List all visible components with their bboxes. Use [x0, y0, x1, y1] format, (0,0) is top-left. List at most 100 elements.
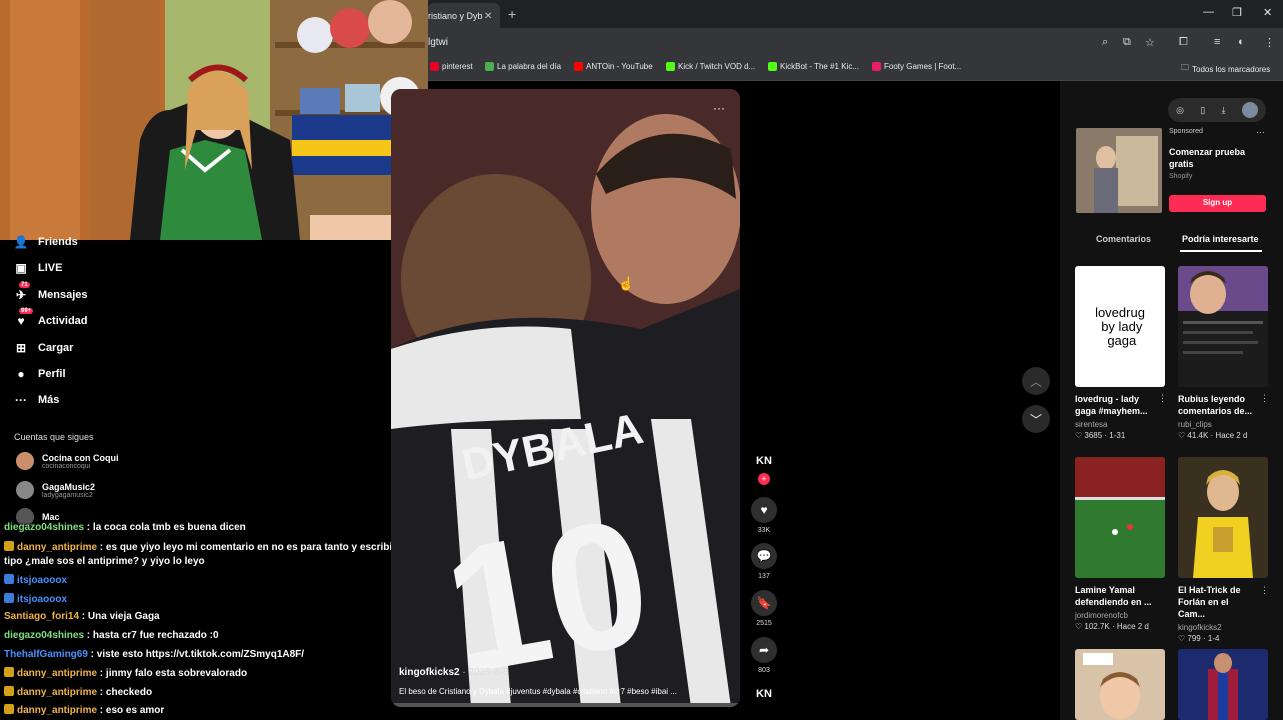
avatar — [16, 481, 34, 499]
video-more-icon[interactable]: ··· — [713, 101, 725, 115]
chat-message: danny_antiprime : jinmy falo esta sobrev… — [4, 667, 247, 679]
previous-video-button[interactable]: ︿ — [1022, 367, 1050, 395]
ad-title: Comenzar prueba gratis — [1169, 147, 1246, 169]
restore-button[interactable]: ❐ — [1232, 6, 1242, 19]
browser-tabbar: ristiano y Dyb ✕ + — ❐ ✕ — [428, 0, 1283, 28]
next-video-button[interactable]: ﹀ — [1022, 405, 1050, 433]
comment-icon[interactable]: 💬 — [751, 543, 777, 569]
sidebar-item-live[interactable]: ▣ LIVE — [13, 260, 62, 276]
comment-action[interactable]: 💬 137 — [751, 543, 777, 580]
creator-avatar[interactable]: KN + — [751, 455, 777, 485]
zoom-icon[interactable]: ⌕ — [1102, 36, 1108, 49]
share-icon[interactable]: ➦ — [751, 637, 777, 663]
profile-avatar-icon[interactable]: ◐ — [1238, 36, 1245, 48]
card-more-icon[interactable]: ⋮ — [1260, 585, 1269, 596]
sidebar-item-activity[interactable]: ♥ 99+ Actividad — [13, 308, 88, 329]
badge-icon — [4, 541, 14, 551]
card-image — [1075, 649, 1165, 720]
ad-sponsored-label: Sponsored — [1169, 128, 1203, 135]
chat-username: danny_antiprime — [17, 668, 98, 679]
browser-tab[interactable]: ristiano y Dyb ✕ — [428, 3, 500, 28]
bookmark-pinterest[interactable]: pinterest — [430, 62, 473, 71]
tab-comments[interactable]: Comentarios — [1096, 234, 1151, 244]
ad-signup-button[interactable]: Sign up — [1169, 195, 1266, 212]
close-window-button[interactable]: ✕ — [1263, 6, 1272, 19]
sidebar-item-upload[interactable]: ⊞ Cargar — [13, 340, 74, 356]
sidebar-item-friends[interactable]: 👤 Friends — [13, 234, 78, 250]
url-field[interactable]: lgtwi — [428, 37, 448, 48]
chat-username: ThehalfGaming69 — [4, 649, 88, 660]
card-thumbnail — [1075, 649, 1165, 720]
card-meta: ♡ 102.7K · Hace 2 d — [1075, 622, 1149, 631]
card-more-icon[interactable]: ⋮ — [1260, 393, 1269, 404]
chat-message: ThehalfGaming69 : viste esto https://vt.… — [4, 649, 304, 660]
video-card[interactable] — [1075, 649, 1165, 720]
badge-icon — [4, 704, 14, 714]
tab-close-icon[interactable]: ✕ — [484, 11, 492, 22]
save-action[interactable]: 🔖 2515 — [751, 590, 777, 627]
video-card[interactable]: Rubius leyendo comentarios de... rubi_cl… — [1178, 266, 1268, 440]
like-action[interactable]: ♥ 33K — [751, 497, 777, 534]
menu-icon[interactable]: ⋮ — [1264, 36, 1275, 49]
download-icon[interactable]: ⤓ — [1222, 105, 1226, 116]
chat-text: : eso es amor — [97, 705, 165, 716]
bookmark-palabra[interactable]: La palabra del día — [485, 62, 561, 71]
sidebar-item-more[interactable]: ··· Más — [13, 392, 59, 408]
cast-icon[interactable]: ⧉ — [1123, 36, 1131, 49]
chat-username: diegazo04shines — [4, 630, 85, 641]
all-bookmarks[interactable]: 🗀 Todos los marcadores — [1181, 62, 1270, 76]
card-meta: ♡ 799 · 1-4 — [1178, 634, 1220, 643]
chevron-down-icon: ﹀ — [1029, 412, 1042, 427]
share-count: 803 — [758, 667, 770, 674]
bookmarks-bar: pinterest La palabra del día ANTOin - Yo… — [428, 57, 1283, 81]
video-date: · 2025-6-8 — [459, 667, 509, 678]
sidebar-item-messages[interactable]: ✈ 71 Mensajes — [13, 282, 88, 303]
compass-icon[interactable]: ◎ — [1176, 105, 1184, 116]
ad-thumbnail[interactable] — [1076, 128, 1162, 213]
video-frame: DYBALA 10 — [391, 89, 740, 707]
share-action[interactable]: ➦ 803 — [751, 637, 777, 674]
following-account[interactable]: GagaMusic2 ladygagamusic2 — [16, 481, 95, 499]
video-card[interactable]: El Hat-Trick de Forlán en el Cam... king… — [1178, 457, 1268, 643]
tab-title: ristiano y Dyb — [428, 11, 483, 21]
video-card[interactable] — [1178, 649, 1268, 720]
ad-more-icon[interactable]: ··· — [1256, 127, 1265, 137]
active-tab-indicator — [1180, 250, 1262, 252]
sidebar-item-label: Perfil — [38, 368, 66, 380]
media-icon[interactable]: ≡ — [1214, 36, 1220, 48]
tab-might-like[interactable]: Podría interesarte — [1182, 234, 1259, 244]
star-icon[interactable]: ☆ — [1145, 36, 1155, 49]
user-avatar-icon[interactable] — [1241, 102, 1258, 118]
chat-message: itsjoaooox — [4, 593, 67, 605]
upload-icon: ⊞ — [15, 341, 27, 355]
video-progress-bar[interactable] — [391, 703, 740, 707]
bookmark-youtube[interactable]: ANTOin - YouTube — [574, 62, 653, 71]
chat-message: diegazo04shines : hasta cr7 fue rechazad… — [4, 630, 219, 641]
card-more-icon[interactable]: ⋮ — [1158, 393, 1167, 404]
sidebar-item-label: Cargar — [38, 342, 74, 354]
phone-icon[interactable]: ▯ — [1200, 105, 1205, 116]
card-title: lovedrug - lady gaga #mayhem... — [1075, 394, 1148, 416]
video-player[interactable]: DYBALA 10 ··· kingofkicks2 · 2025-6-8 El… — [391, 89, 740, 707]
card-thumbnail — [1178, 649, 1268, 720]
bookmark-kick-vod[interactable]: Kick / Twitch VOD d... — [666, 62, 755, 71]
following-account[interactable]: Cocina con Coqui cocinaconcoqui — [16, 452, 119, 470]
chat-message: diegazo04shines : la coca cola tmb es bu… — [4, 522, 246, 533]
new-tab-button[interactable]: + — [508, 6, 516, 22]
sidebar-item-profile[interactable]: ● Perfil — [13, 366, 66, 382]
card-user: rubi_clips — [1178, 420, 1212, 429]
card-title: Rubius leyendo comentarios de... — [1178, 394, 1253, 416]
video-card[interactable]: Lamine Yamal defendiendo en ... jordimor… — [1075, 457, 1165, 631]
bookmark-kickbot[interactable]: KickBot - The #1 Kic... — [768, 62, 859, 71]
video-card[interactable]: lovedrug by lady gaga lovedrug - lady ga… — [1075, 266, 1165, 440]
sound-logo-icon[interactable]: KN — [751, 688, 777, 700]
bookmark-footy[interactable]: Footy Games | Foot... — [872, 62, 961, 71]
follow-plus-icon[interactable]: + — [758, 473, 770, 485]
video-author[interactable]: kingofkicks2 · 2025-6-8 — [399, 667, 509, 678]
chat-text: : Una vieja Gaga — [79, 611, 160, 622]
bookmark-icon[interactable]: 🔖 — [751, 590, 777, 616]
extensions-icon[interactable]: ⧠ — [1179, 36, 1188, 49]
heart-icon[interactable]: ♥ — [751, 497, 777, 523]
comment-count: 137 — [758, 573, 770, 580]
minimize-button[interactable]: — — [1203, 6, 1214, 18]
